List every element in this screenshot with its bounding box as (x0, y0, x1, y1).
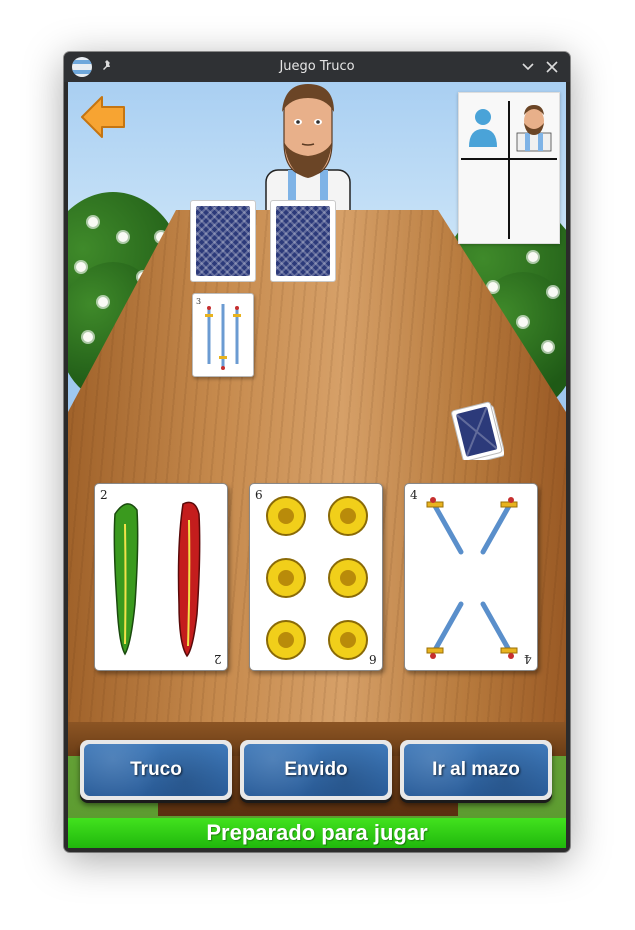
hand-card-2-bastos[interactable]: 2 2 (94, 483, 228, 671)
status-bar: Preparado para jugar (68, 818, 566, 848)
hand-card-6-oros[interactable]: 6 6 (249, 483, 383, 671)
oros-coins-icon (266, 496, 368, 660)
app-window: Juego Truco 3 2 2 6 6 4 4 Truco Envido I… (64, 52, 570, 852)
bastos-club-icon (113, 501, 201, 658)
minimize-chevron-icon[interactable] (520, 59, 536, 75)
espadas-swords-icon (426, 497, 518, 659)
score-sheet (458, 92, 560, 244)
played-card-3-espadas: 3 (192, 293, 254, 377)
close-icon[interactable] (544, 59, 560, 75)
player-silhouette-icon (469, 109, 497, 147)
action-buttons: Truco Envido Ir al mazo (68, 740, 566, 810)
played-card-number: 3 (196, 297, 201, 306)
game-area: 3 2 2 6 6 4 4 Truco Envido Ir al mazo Pr… (68, 82, 566, 848)
window-title: Juego Truco (279, 59, 355, 74)
opponent-card-back (270, 200, 336, 282)
ir-al-mazo-button[interactable]: Ir al mazo (400, 740, 552, 800)
opponent-portrait-icon (516, 105, 552, 152)
opponent-card-back (190, 200, 256, 282)
card-deck[interactable] (446, 398, 504, 460)
back-arrow-icon[interactable] (78, 92, 128, 142)
hand-card-4-espadas[interactable]: 4 4 (404, 483, 538, 671)
truco-button[interactable]: Truco (80, 740, 232, 800)
title-bar[interactable]: Juego Truco (64, 52, 570, 82)
envido-button[interactable]: Envido (240, 740, 392, 800)
